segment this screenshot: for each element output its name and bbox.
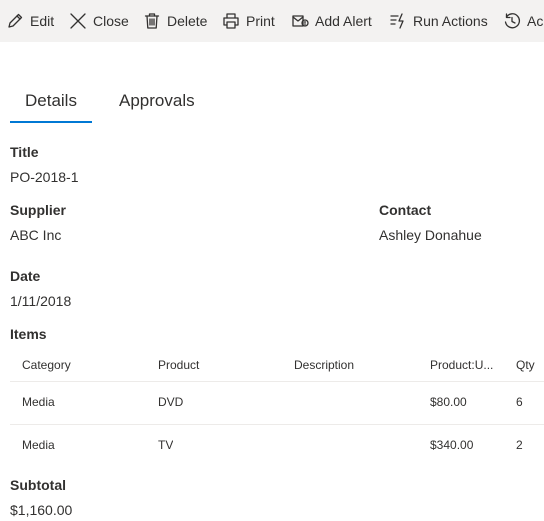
history-icon (504, 13, 520, 29)
supplier-value: ABC Inc (10, 227, 62, 243)
row-divider (10, 424, 544, 425)
date-label: Date (10, 268, 41, 284)
printer-icon (223, 13, 239, 29)
cell-product: TV (158, 438, 174, 452)
cell-qty: 2 (516, 438, 523, 452)
add-alert-label: Add Alert (315, 13, 372, 29)
supplier-label: Supplier (10, 202, 67, 218)
cell-unit-price: $80.00 (430, 395, 467, 409)
active-tab-indicator (10, 121, 92, 123)
items-label: Items (10, 326, 47, 342)
print-label: Print (246, 13, 275, 29)
header-divider (10, 381, 544, 382)
flow-icon (390, 13, 404, 29)
title-value: PO-2018-1 (10, 169, 79, 185)
edit-button[interactable]: Edit (6, 0, 54, 42)
tab-approvals[interactable]: Approvals (119, 82, 195, 122)
date-value: 1/11/2018 (10, 293, 72, 309)
cell-category: Media (22, 438, 55, 452)
trash-icon (144, 13, 160, 29)
cell-category: Media (22, 395, 55, 409)
cell-product: DVD (158, 395, 184, 409)
subtotal-value: $1,160.00 (10, 502, 73, 518)
tab-details[interactable]: Details (25, 82, 77, 122)
delete-label: Delete (167, 13, 208, 29)
edit-label: Edit (30, 13, 55, 29)
run-actions-button[interactable]: Run Actions (389, 0, 488, 42)
tab-list: Details Approvals (10, 82, 310, 124)
add-alert-button[interactable]: Add Alert (291, 0, 372, 42)
title-label: Title (10, 144, 39, 160)
activity-label: Ac (527, 13, 544, 29)
cell-qty: 6 (516, 395, 523, 409)
run-actions-label: Run Actions (413, 13, 488, 29)
subtotal-label: Subtotal (10, 477, 66, 493)
column-header-product[interactable]: Product (158, 358, 278, 372)
command-bar: Edit Close Delete Print Add Alert Run Ac… (0, 0, 544, 42)
close-icon (70, 13, 86, 29)
pencil-icon (8, 13, 23, 28)
column-header-product-unit-price[interactable]: Product:U... (430, 358, 496, 372)
cell-unit-price: $340.00 (430, 438, 474, 452)
close-label: Close (93, 13, 129, 29)
contact-label: Contact (379, 202, 432, 218)
activity-button[interactable]: Ac (503, 0, 543, 42)
column-header-qty[interactable]: Qty (516, 358, 544, 372)
column-header-category[interactable]: Category (22, 358, 142, 372)
print-button[interactable]: Print (222, 0, 275, 42)
close-button[interactable]: Close (69, 0, 129, 42)
alert-icon (292, 15, 309, 27)
delete-button[interactable]: Delete (143, 0, 207, 42)
contact-value: Ashley Donahue (379, 227, 482, 243)
column-header-description[interactable]: Description (294, 358, 414, 372)
